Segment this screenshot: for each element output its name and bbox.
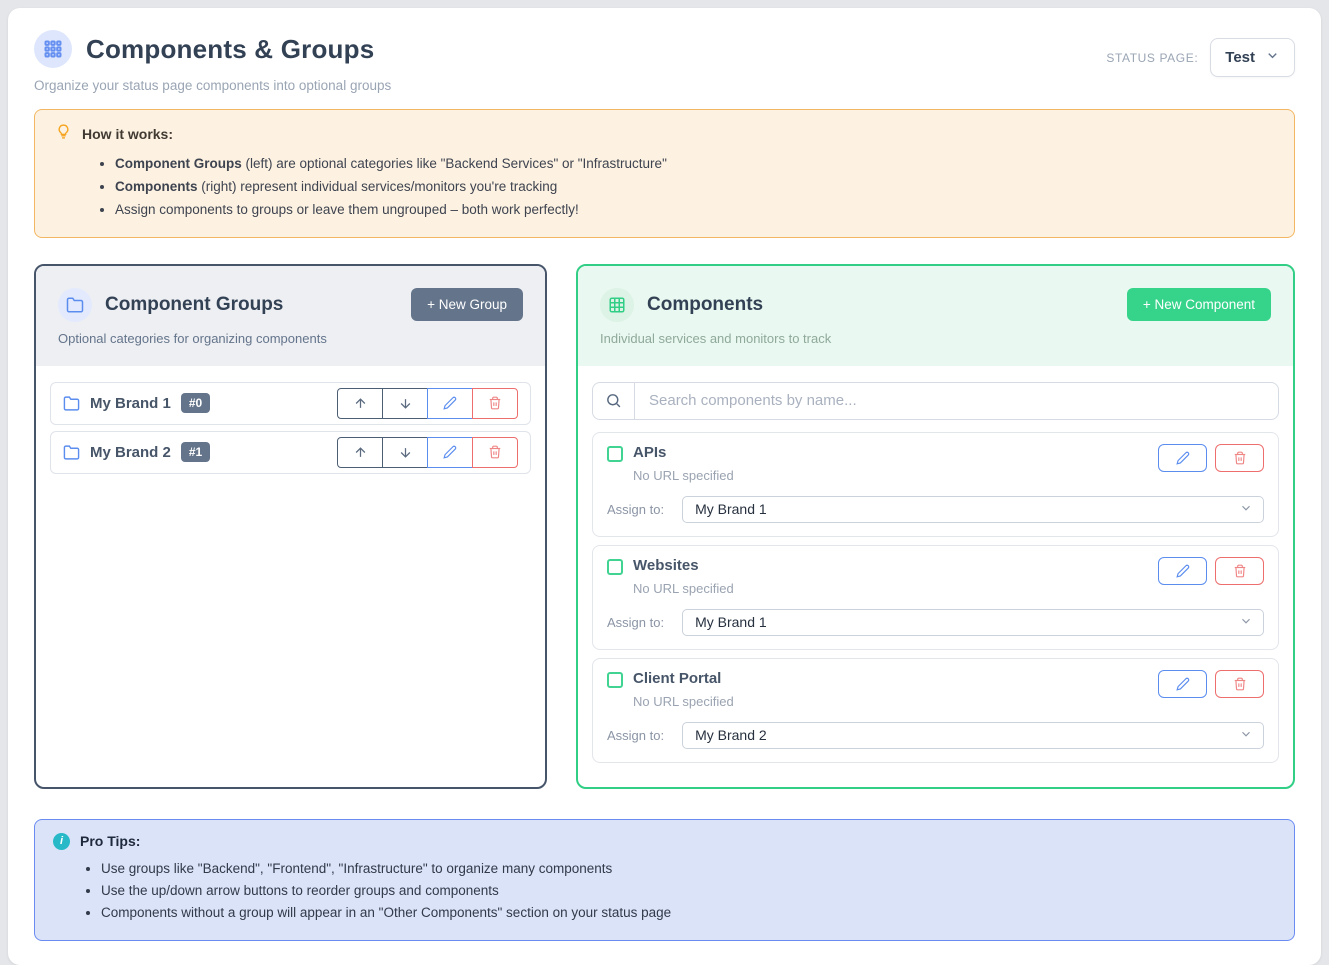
- component-name: Client Portal: [633, 670, 721, 688]
- delete-group-button[interactable]: [472, 388, 518, 419]
- edit-group-button[interactable]: [427, 388, 473, 419]
- search-input[interactable]: [634, 382, 1279, 420]
- folder-icon: [58, 288, 92, 322]
- how-it-works-list: Component Groups (left) are optional cat…: [55, 153, 1274, 222]
- move-down-button[interactable]: [382, 388, 428, 419]
- how-it-works-item: Component Groups (left) are optional cat…: [115, 153, 1274, 176]
- component-card: Websites No URL specified Assign to: My …: [592, 545, 1279, 650]
- assign-to-label: Assign to:: [607, 502, 664, 517]
- component-card: Client Portal No URL specified Assign to…: [592, 658, 1279, 763]
- pro-tip-item: Components without a group will appear i…: [101, 902, 1276, 924]
- components-grid-icon: [34, 30, 72, 68]
- group-name: My Brand 1: [90, 395, 171, 412]
- components-panel: Components + New Component Individual se…: [576, 264, 1295, 789]
- page-subtitle: Organize your status page components int…: [34, 78, 391, 93]
- edit-component-button[interactable]: [1158, 557, 1207, 585]
- component-groups-panel: Component Groups + New Group Optional ca…: [34, 264, 547, 789]
- chevron-down-icon: [1265, 48, 1280, 67]
- components-panel-subtitle: Individual services and monitors to trac…: [600, 331, 1271, 346]
- delete-component-button[interactable]: [1215, 670, 1264, 698]
- pro-tip-item: Use the up/down arrow buttons to reorder…: [101, 880, 1276, 902]
- folder-icon: [63, 444, 80, 461]
- assign-group-select[interactable]: My Brand 1: [682, 496, 1264, 523]
- edit-group-button[interactable]: [427, 437, 473, 468]
- groups-list: My Brand 1 #0 My Bra: [36, 366, 545, 496]
- group-actions: [337, 437, 518, 468]
- delete-component-button[interactable]: [1215, 444, 1264, 472]
- group-order-badge: #0: [181, 393, 210, 413]
- search-icon: [592, 382, 634, 420]
- delete-group-button[interactable]: [472, 437, 518, 468]
- groups-panel-header: Component Groups + New Group Optional ca…: [36, 266, 545, 366]
- pro-tips-title: Pro Tips:: [80, 833, 140, 849]
- move-up-button[interactable]: [337, 388, 383, 419]
- component-actions: [1158, 670, 1264, 698]
- groups-panel-subtitle: Optional categories for organizing compo…: [58, 331, 523, 346]
- assign-to-label: Assign to:: [607, 728, 664, 743]
- assigned-group-value: My Brand 1: [695, 501, 767, 517]
- component-url-note: No URL specified: [633, 581, 734, 596]
- group-actions: [337, 388, 518, 419]
- how-it-works-item: Components (right) represent individual …: [115, 176, 1274, 199]
- folder-icon: [63, 395, 80, 412]
- group-order-badge: #1: [181, 442, 210, 462]
- pro-tip-item: Use groups like "Backend", "Frontend", "…: [101, 858, 1276, 880]
- pro-tips-box: i Pro Tips: Use groups like "Backend", "…: [34, 819, 1295, 941]
- chevron-down-icon: [1239, 501, 1253, 518]
- how-it-works-item: Assign components to groups or leave the…: [115, 199, 1274, 222]
- how-it-works-box: How it works: Component Groups (left) ar…: [34, 109, 1295, 238]
- group-row: My Brand 1 #0: [50, 382, 531, 425]
- group-name: My Brand 2: [90, 444, 171, 461]
- assigned-group-value: My Brand 2: [695, 727, 767, 743]
- component-url-note: No URL specified: [633, 468, 734, 483]
- groups-panel-title: Component Groups: [105, 294, 283, 316]
- status-page-selector-wrap: STATUS PAGE: Test: [1106, 38, 1295, 77]
- component-name: APIs: [633, 444, 666, 462]
- component-actions: [1158, 557, 1264, 585]
- chevron-down-icon: [1239, 727, 1253, 744]
- page-card: Components & Groups Organize your status…: [8, 8, 1321, 965]
- component-card: APIs No URL specified Assign to: My Bran…: [592, 432, 1279, 537]
- page-title: Components & Groups: [86, 34, 374, 65]
- info-icon: i: [53, 833, 70, 850]
- status-page-dropdown[interactable]: Test: [1210, 38, 1295, 77]
- assigned-group-value: My Brand 1: [695, 614, 767, 630]
- group-row: My Brand 2 #1: [50, 431, 531, 474]
- title-block: Components & Groups Organize your status…: [34, 30, 391, 93]
- component-checkbox[interactable]: [607, 446, 623, 462]
- component-checkbox[interactable]: [607, 559, 623, 575]
- chevron-down-icon: [1239, 614, 1253, 631]
- status-page-value: Test: [1225, 49, 1255, 66]
- edit-component-button[interactable]: [1158, 670, 1207, 698]
- table-grid-icon: [600, 288, 634, 322]
- component-checkbox[interactable]: [607, 672, 623, 688]
- assign-group-select[interactable]: My Brand 2: [682, 722, 1264, 749]
- new-component-button[interactable]: + New Component: [1127, 288, 1271, 321]
- page-header: Components & Groups Organize your status…: [34, 30, 1295, 93]
- components-panel-title: Components: [647, 294, 763, 316]
- components-panel-header: Components + New Component Individual se…: [578, 266, 1293, 366]
- component-actions: [1158, 444, 1264, 472]
- delete-component-button[interactable]: [1215, 557, 1264, 585]
- move-down-button[interactable]: [382, 437, 428, 468]
- move-up-button[interactable]: [337, 437, 383, 468]
- assign-group-select[interactable]: My Brand 1: [682, 609, 1264, 636]
- component-url-note: No URL specified: [633, 694, 734, 709]
- lightbulb-icon: [55, 123, 72, 145]
- component-name: Websites: [633, 557, 699, 575]
- component-search: [592, 382, 1279, 420]
- edit-component-button[interactable]: [1158, 444, 1207, 472]
- status-page-label: STATUS PAGE:: [1106, 51, 1198, 65]
- assign-to-label: Assign to:: [607, 615, 664, 630]
- components-list: APIs No URL specified Assign to: My Bran…: [578, 366, 1293, 787]
- how-it-works-title: How it works:: [82, 126, 173, 142]
- new-group-button[interactable]: + New Group: [411, 288, 523, 321]
